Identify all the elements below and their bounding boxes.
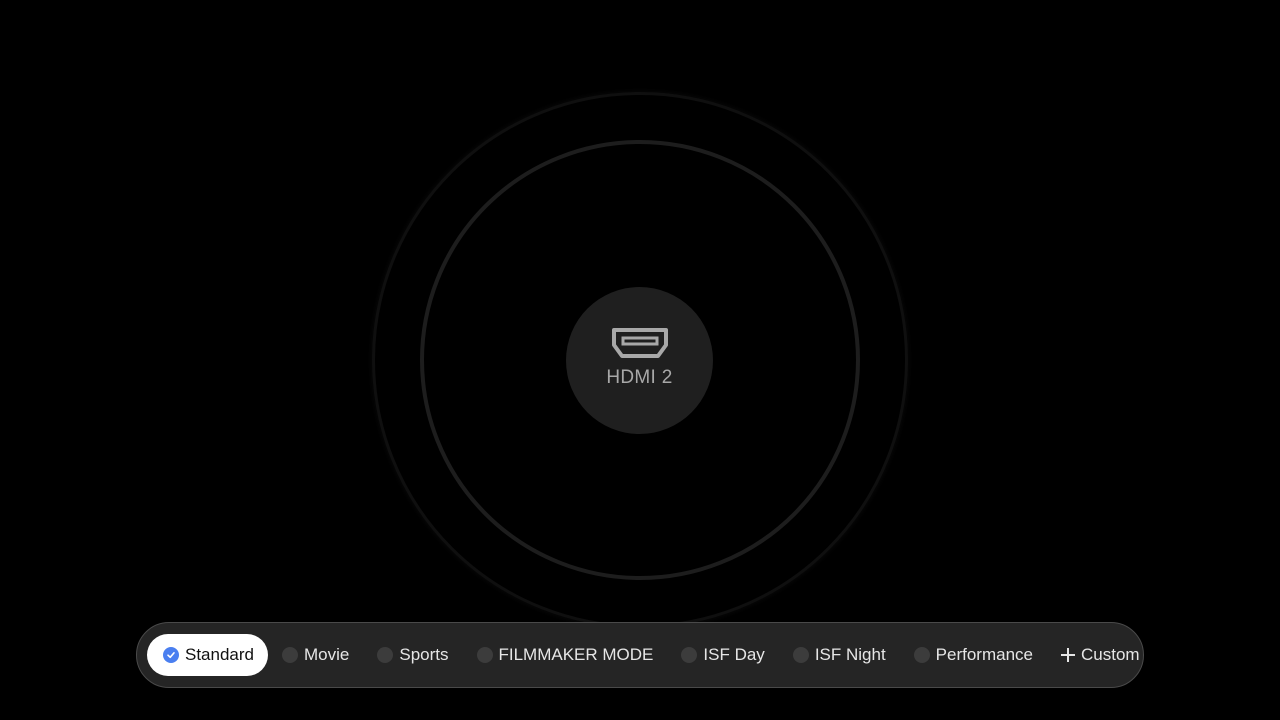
- plus-icon: [1061, 648, 1075, 662]
- mode-performance[interactable]: Performance: [900, 634, 1047, 676]
- radio-icon: [377, 647, 394, 663]
- input-source-label: HDMI 2: [606, 366, 673, 388]
- mode-label: ISF Day: [703, 645, 765, 664]
- picture-mode-bar: Standard Movie Sports FILMMAKER MODE ISF…: [136, 622, 1144, 688]
- mode-label: ISF Night: [814, 645, 886, 664]
- mode-label: Performance: [935, 645, 1033, 664]
- mode-label: Standard: [185, 645, 254, 664]
- mode-standard[interactable]: Standard: [147, 634, 268, 676]
- mode-isf-day[interactable]: ISF Day: [667, 634, 778, 676]
- mode-movie[interactable]: Movie: [268, 634, 363, 676]
- mode-label: FILMMAKER MODE: [498, 645, 654, 664]
- mode-filmmaker[interactable]: FILMMAKER MODE: [463, 634, 668, 676]
- mode-isf-night[interactable]: ISF Night: [779, 634, 900, 676]
- custom-mode-button[interactable]: Custom: [1047, 634, 1154, 676]
- mode-label: Sports: [399, 645, 449, 664]
- check-icon: [163, 647, 179, 663]
- custom-label: Custom: [1081, 645, 1140, 664]
- radio-icon: [913, 647, 930, 663]
- radio-icon: [282, 647, 298, 663]
- input-source-indicator: HDMI 2: [566, 287, 713, 434]
- radio-icon: [476, 647, 493, 663]
- screen: HDMI 2 Standard Movie Sports FILMMAKER M…: [0, 0, 1280, 720]
- hdmi-port-icon: [611, 327, 668, 358]
- radio-icon: [681, 647, 698, 663]
- mode-sports[interactable]: Sports: [363, 634, 462, 676]
- radio-icon: [792, 647, 809, 663]
- mode-label: Movie: [304, 645, 350, 664]
